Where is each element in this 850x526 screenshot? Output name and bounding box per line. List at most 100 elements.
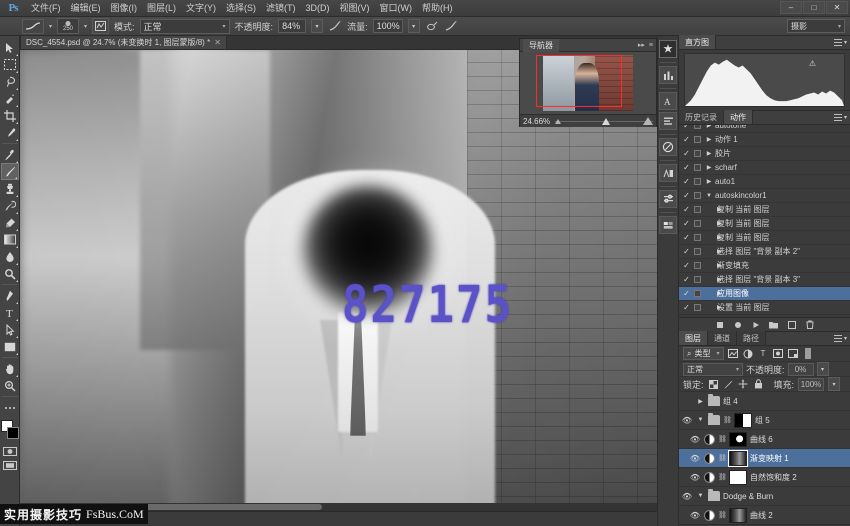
- list-item[interactable]: ✓ ▶ 选择 图层 "背景 副本 2": [679, 315, 850, 317]
- action-enabled-check[interactable]: ✓: [681, 247, 692, 256]
- tab-histogram[interactable]: 直方图: [679, 35, 716, 49]
- action-enabled-check[interactable]: ✓: [681, 191, 692, 200]
- list-item[interactable]: ✓ ▶ 选择 图层 "背景 副本 3": [679, 273, 850, 287]
- layer-visibility-toggle[interactable]: 👁: [689, 435, 701, 444]
- color-swatches[interactable]: [0, 419, 20, 443]
- link-icon[interactable]: ⛓: [718, 454, 726, 462]
- opacity-pressure-icon[interactable]: [328, 19, 342, 33]
- navigator-preview[interactable]: [520, 52, 656, 114]
- opacity-stepper[interactable]: ▾: [311, 19, 323, 33]
- layer-mask-thumbnail[interactable]: [729, 451, 747, 466]
- zoom-in-icon[interactable]: [643, 117, 653, 125]
- type-tool[interactable]: T: [1, 304, 19, 321]
- layer-row[interactable]: 👁 ⛓ 曲线 6: [679, 430, 850, 449]
- link-icon[interactable]: ⛓: [718, 511, 726, 519]
- action-enabled-check[interactable]: ✓: [681, 163, 692, 172]
- tab-navigator[interactable]: 导航器: [523, 39, 559, 52]
- hamburger-icon[interactable]: [834, 39, 842, 46]
- eyedropper-tool[interactable]: [1, 124, 19, 141]
- histogram-panel-menu[interactable]: ▾: [834, 39, 847, 46]
- layer-opacity-input[interactable]: 0%: [788, 363, 814, 376]
- tab-paths[interactable]: 路径: [737, 331, 766, 345]
- navigator-view-box[interactable]: [536, 55, 622, 107]
- layer-fill-stepper[interactable]: ▾: [828, 377, 840, 391]
- opacity-input[interactable]: 84%: [278, 19, 306, 33]
- list-item[interactable]: ✓ ▶ 应用图像: [679, 287, 850, 301]
- panel-menu-icon[interactable]: ≡: [649, 42, 653, 49]
- layer-blend-mode-select[interactable]: 正常 ▾: [683, 363, 743, 376]
- action-dialog-toggle[interactable]: [692, 248, 703, 255]
- action-enabled-check[interactable]: ✓: [681, 205, 692, 214]
- smartobject-icon[interactable]: [788, 348, 799, 359]
- action-dialog-toggle[interactable]: [692, 220, 703, 227]
- dodge-tool[interactable]: [1, 265, 19, 282]
- action-dialog-toggle[interactable]: [692, 125, 703, 129]
- flow-input[interactable]: 100%: [373, 19, 403, 33]
- menu-view[interactable]: 视图(V): [335, 0, 375, 16]
- color-icon[interactable]: [659, 138, 677, 156]
- navigator-zoom-value[interactable]: 24.66%: [523, 117, 550, 126]
- layer-mask-thumbnail[interactable]: [729, 508, 747, 523]
- histogram-warning-icon[interactable]: ⚠: [809, 59, 816, 68]
- link-icon[interactable]: ⛓: [723, 416, 731, 424]
- action-enabled-check[interactable]: ✓: [681, 125, 692, 130]
- layer-row[interactable]: 👁 ⛓ 曲线 2: [679, 506, 850, 524]
- menu-select[interactable]: 选择(S): [221, 0, 261, 16]
- chevron-down-icon[interactable]: ▼: [696, 417, 705, 423]
- layer-row[interactable]: 👁 ⛓ 渐变映射 1: [679, 449, 850, 468]
- history-brush-tool[interactable]: [1, 197, 19, 214]
- screen-mode-toggle[interactable]: [1, 459, 19, 471]
- layer-row[interactable]: ▶ 组 4: [679, 392, 850, 411]
- brush-size-chevron-icon[interactable]: ▾: [84, 23, 87, 30]
- chevron-down-icon[interactable]: ▾: [844, 39, 847, 46]
- zoom-tool[interactable]: [1, 377, 19, 394]
- maximize-button[interactable]: □: [803, 1, 825, 14]
- list-item[interactable]: ✓ ▼ autoskincolor1: [679, 189, 850, 203]
- record-icon[interactable]: [732, 319, 743, 330]
- quick-selection-tool[interactable]: [1, 90, 19, 107]
- chevron-down-icon[interactable]: ▾: [844, 114, 847, 121]
- list-item[interactable]: ✓ ▶ 胶片: [679, 147, 850, 161]
- list-item[interactable]: ✓ ▶ 复制 当前 图层: [679, 217, 850, 231]
- lock-transparent-icon[interactable]: [708, 379, 719, 390]
- tab-layers[interactable]: 图层: [679, 331, 708, 345]
- action-dialog-toggle[interactable]: [692, 304, 703, 311]
- character-icon[interactable]: A: [659, 92, 677, 110]
- hamburger-icon[interactable]: [834, 114, 842, 121]
- layers-list[interactable]: ▶ 组 4 👁 ▼ ⛓ 组 5 👁 ⛓ 曲线 6: [679, 392, 850, 524]
- action-dialog-toggle[interactable]: [692, 262, 703, 269]
- menu-3d[interactable]: 3D(D): [301, 0, 335, 16]
- chevron-right-icon[interactable]: ▶: [703, 178, 715, 185]
- chevron-right-icon[interactable]: ▶: [696, 398, 705, 405]
- layer-visibility-toggle[interactable]: 👁: [689, 473, 701, 482]
- brush-tool[interactable]: [1, 163, 19, 180]
- list-item[interactable]: ✓ ▶ 动作 1: [679, 133, 850, 147]
- text-icon[interactable]: T: [758, 348, 769, 359]
- menu-window[interactable]: 窗口(W): [375, 0, 418, 16]
- blend-mode-select[interactable]: 正常 ▾: [140, 19, 230, 34]
- chevron-right-icon[interactable]: ▶: [703, 164, 715, 171]
- layer-visibility-toggle[interactable]: 👁: [681, 492, 693, 501]
- adjustment-icon[interactable]: [743, 348, 754, 359]
- rectangle-tool[interactable]: [1, 338, 19, 355]
- action-enabled-check[interactable]: ✓: [681, 177, 692, 186]
- collapse-icon[interactable]: ▸▸: [638, 41, 645, 49]
- close-button[interactable]: ✕: [826, 1, 848, 14]
- layer-row[interactable]: 👁 ▼ Dodge & Burn: [679, 487, 850, 506]
- brush-size-field[interactable]: 250: [57, 18, 79, 34]
- tab-channels[interactable]: 通道: [708, 331, 737, 345]
- link-icon[interactable]: ⛓: [718, 435, 726, 443]
- action-dialog-toggle[interactable]: [692, 192, 703, 199]
- list-item[interactable]: ✓ ▶ scharf: [679, 161, 850, 175]
- tab-history[interactable]: 历史记录: [679, 110, 724, 124]
- styles-icon[interactable]: [659, 216, 677, 234]
- flow-stepper[interactable]: ▾: [408, 19, 420, 33]
- actions-panel-menu[interactable]: ▾: [834, 114, 847, 121]
- menu-image[interactable]: 图像(I): [106, 0, 143, 16]
- minimize-button[interactable]: –: [780, 1, 802, 14]
- zoom-out-icon[interactable]: [555, 119, 561, 124]
- action-enabled-check[interactable]: ✓: [681, 233, 692, 242]
- layer-visibility-toggle[interactable]: 👁: [689, 511, 701, 520]
- close-icon[interactable]: ✕: [214, 38, 221, 47]
- adjustments-icon[interactable]: [659, 164, 677, 182]
